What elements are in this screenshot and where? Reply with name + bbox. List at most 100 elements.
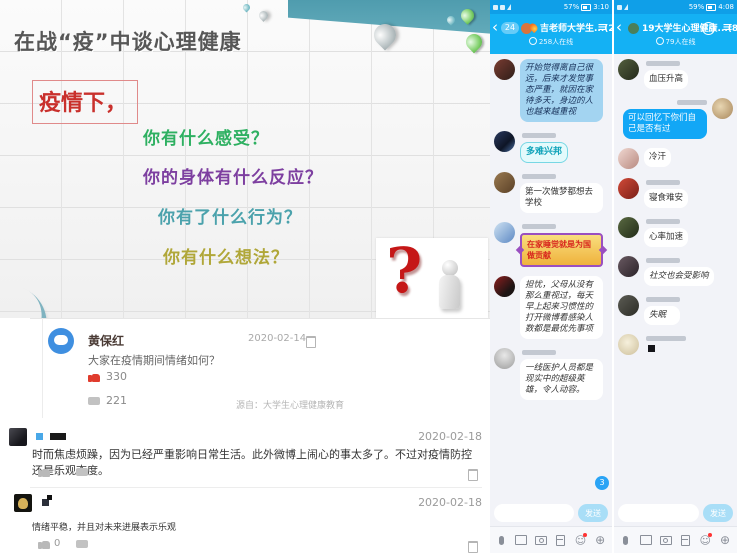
reply-icon[interactable] <box>76 540 88 548</box>
avatar[interactable] <box>494 59 515 80</box>
avatar[interactable] <box>618 295 639 316</box>
thumbs-up-icon <box>38 467 50 477</box>
status-bar: 57% 3:10 <box>490 0 612 14</box>
avatar[interactable] <box>494 276 515 297</box>
microphone-icon[interactable] <box>620 534 632 546</box>
avatar[interactable] <box>9 428 27 446</box>
message-row-own: 可以回忆下你们自己是否有过 <box>618 98 733 139</box>
figurine-icon <box>442 260 458 276</box>
more-actions-icon[interactable]: ⊕ <box>594 534 606 546</box>
camera-icon[interactable] <box>535 534 547 546</box>
avatar[interactable] <box>494 172 515 193</box>
camera-icon[interactable] <box>660 534 672 546</box>
message-bubble: 社交也会受影响 <box>644 267 714 286</box>
back-button[interactable]: ‹ <box>616 20 622 35</box>
message-input[interactable] <box>494 504 574 522</box>
slide-lead-text: 疫情下， <box>32 80 138 124</box>
slide-question-2: 你的身体有什么反应？ <box>143 163 323 188</box>
divider <box>42 318 43 418</box>
send-button[interactable]: 发送 <box>578 504 608 522</box>
message-row: 心率加速 <box>618 217 733 247</box>
online-count: 79人在线 <box>614 37 737 47</box>
comment-text: 时而焦虑烦躁，因为已经严重影响日常生活。此外微博上闹心的事太多了。不过对疫情防控… <box>32 446 472 478</box>
avatar[interactable] <box>618 59 639 80</box>
post-text: 大家在疫情期间情绪如何？ <box>88 352 220 368</box>
message-row: 冷汗 <box>618 148 733 169</box>
avatar[interactable] <box>618 148 639 169</box>
message-bubble: 心率加速 <box>644 228 688 247</box>
photo-icon[interactable] <box>515 534 527 546</box>
microphone-icon[interactable] <box>496 534 508 546</box>
thumbs-up-icon <box>88 372 100 382</box>
comment-button[interactable]: 221 <box>88 394 127 407</box>
app-notification-icon <box>500 5 505 10</box>
avatar[interactable] <box>618 256 639 277</box>
avatar[interactable] <box>494 222 515 243</box>
thumbs-up-icon <box>38 539 50 549</box>
battery-percent: 57% <box>564 3 580 11</box>
reply-icon[interactable] <box>76 468 88 476</box>
username-redacted <box>522 350 556 355</box>
username-redacted <box>646 219 680 224</box>
message-bubble: 失眠 <box>644 306 680 325</box>
message-bubble: 寝食难安 <box>644 189 688 208</box>
send-button[interactable]: 发送 <box>703 504 733 522</box>
username-redacted <box>42 499 49 506</box>
message-input[interactable] <box>618 504 699 522</box>
avatar[interactable] <box>494 348 515 369</box>
message-row: 寝食难安 <box>618 178 733 208</box>
status-right: 59% 4:08 <box>689 3 734 11</box>
new-messages-badge[interactable]: 3 <box>595 476 609 490</box>
trash-icon <box>468 541 478 553</box>
delete-comment-button[interactable] <box>468 466 478 485</box>
username-redacted <box>47 495 52 500</box>
username-redacted <box>646 61 680 66</box>
message-bubble: 开始觉得离自己很远，后来才发觉事态严重，就因在家待多天，身边的人也越来越重视 <box>520 59 603 122</box>
like-button[interactable]: 0 <box>38 538 60 549</box>
username-redacted <box>646 258 680 263</box>
emoji-icon[interactable]: ☺ <box>574 534 586 546</box>
menu-icon[interactable]: ≡ <box>597 20 608 35</box>
message-row: 在家睡觉就是为国做贡献 <box>494 222 608 267</box>
avatar[interactable] <box>618 334 639 355</box>
comment-date: 2020-02-18 <box>418 496 482 509</box>
menu-icon[interactable]: ≡ <box>722 20 733 35</box>
avatar[interactable] <box>618 178 639 199</box>
chat-input-bar: 发送 <box>490 500 612 526</box>
username-redacted <box>646 336 686 341</box>
message-list: 血压升高 可以回忆下你们自己是否有过 冷汗 <box>614 54 737 500</box>
red-packet-icon[interactable] <box>555 534 567 546</box>
emoji-icon[interactable]: ☺ <box>699 534 711 546</box>
slide-question-4: 你有什么想法？ <box>163 243 289 268</box>
message-bubble: 第一次做梦都想去学校 <box>520 183 603 213</box>
like-button[interactable]: 0 <box>38 466 60 477</box>
post-author-name[interactable]: 黄保红 <box>88 332 124 349</box>
avatar[interactable] <box>14 494 32 512</box>
comment-row: 2020-02-18 情绪平稳，并且对未来进展表示乐观 0 <box>0 488 490 553</box>
divider <box>30 318 490 319</box>
qq-chat-window-right: 59% 4:08 ‹ 19大学生心理健康...(81) ≡ 79人在线 血压升高 <box>614 0 737 553</box>
avatar[interactable] <box>494 131 515 152</box>
forum-post-card: 黄保红 2020-02-14 大家在疫情期间情绪如何？ 330 221 源自：大… <box>0 318 490 420</box>
image-attachment[interactable] <box>648 345 655 352</box>
battery-icon <box>581 4 591 11</box>
message-row: 血压升高 <box>618 59 733 89</box>
back-button[interactable]: ‹ <box>492 20 498 35</box>
clock-icon <box>656 37 664 45</box>
avatar[interactable] <box>618 217 639 238</box>
chat-header: ‹ 19大学生心理健康...(81) ≡ 79人在线 <box>614 14 737 54</box>
like-button[interactable]: 330 <box>88 370 127 383</box>
delete-comment-button[interactable] <box>468 538 478 553</box>
water-drop-icon <box>257 9 270 22</box>
photo-icon[interactable] <box>640 534 652 546</box>
unread-badge[interactable]: 24 <box>501 22 519 34</box>
clock-time: 3:10 <box>593 3 609 11</box>
avatar[interactable] <box>712 98 733 119</box>
more-actions-icon[interactable]: ⊕ <box>719 534 731 546</box>
voice-room-icon[interactable] <box>702 22 715 35</box>
delete-post-button[interactable] <box>306 333 316 352</box>
red-packet-icon[interactable] <box>679 534 691 546</box>
comment-icon <box>88 397 100 405</box>
avatar[interactable] <box>48 328 74 354</box>
water-drop-icon <box>242 3 252 13</box>
